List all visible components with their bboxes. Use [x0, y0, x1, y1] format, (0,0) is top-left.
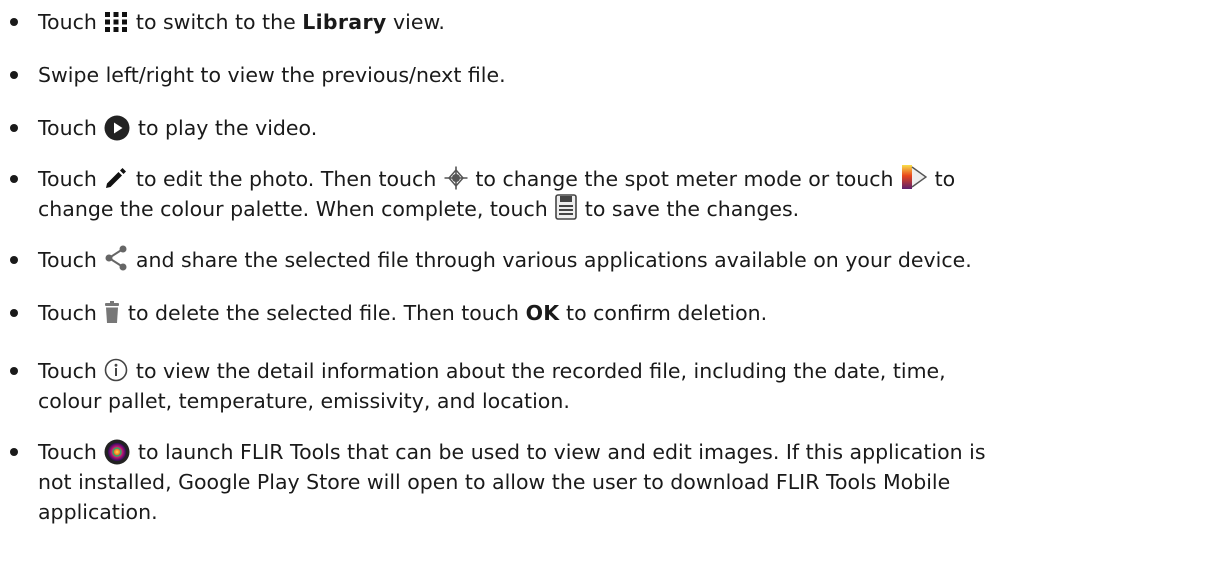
bullet — [10, 175, 18, 183]
save-icon — [555, 194, 578, 220]
info-icon — [105, 358, 128, 382]
list-item: Touch to play the video. — [0, 113, 1185, 143]
trash-icon — [105, 301, 120, 323]
bullet — [10, 71, 18, 79]
flir-tools-icon — [104, 439, 130, 465]
ok-label: OK — [525, 301, 560, 325]
list-item: Touch to view the detail information abo… — [0, 356, 1185, 416]
library-label: Library — [302, 10, 387, 34]
play-icon — [104, 115, 130, 141]
share-icon — [105, 245, 127, 271]
grid-icon — [105, 12, 128, 32]
bullet — [10, 124, 18, 132]
bullet — [10, 18, 18, 26]
list-item: Touch to edit the photo. Then touch to c… — [0, 164, 1185, 224]
list-item: Touch to delete the selected file. Then … — [0, 298, 1185, 328]
palette-icon — [902, 165, 928, 189]
list-item: Touch and share the selected file throug… — [0, 245, 1185, 275]
list-item: Swipe left/right to view the previous/ne… — [0, 60, 1185, 90]
bullet — [10, 256, 18, 264]
pencil-icon — [106, 168, 127, 188]
list-item: Touch to switch to the Library view. — [0, 7, 1185, 37]
spot-meter-icon — [444, 166, 468, 190]
list-item: Touch to launch FLIR Tools that can be u… — [0, 437, 1185, 527]
bullet — [10, 309, 18, 317]
bullet — [10, 448, 18, 456]
bullet — [10, 367, 18, 375]
